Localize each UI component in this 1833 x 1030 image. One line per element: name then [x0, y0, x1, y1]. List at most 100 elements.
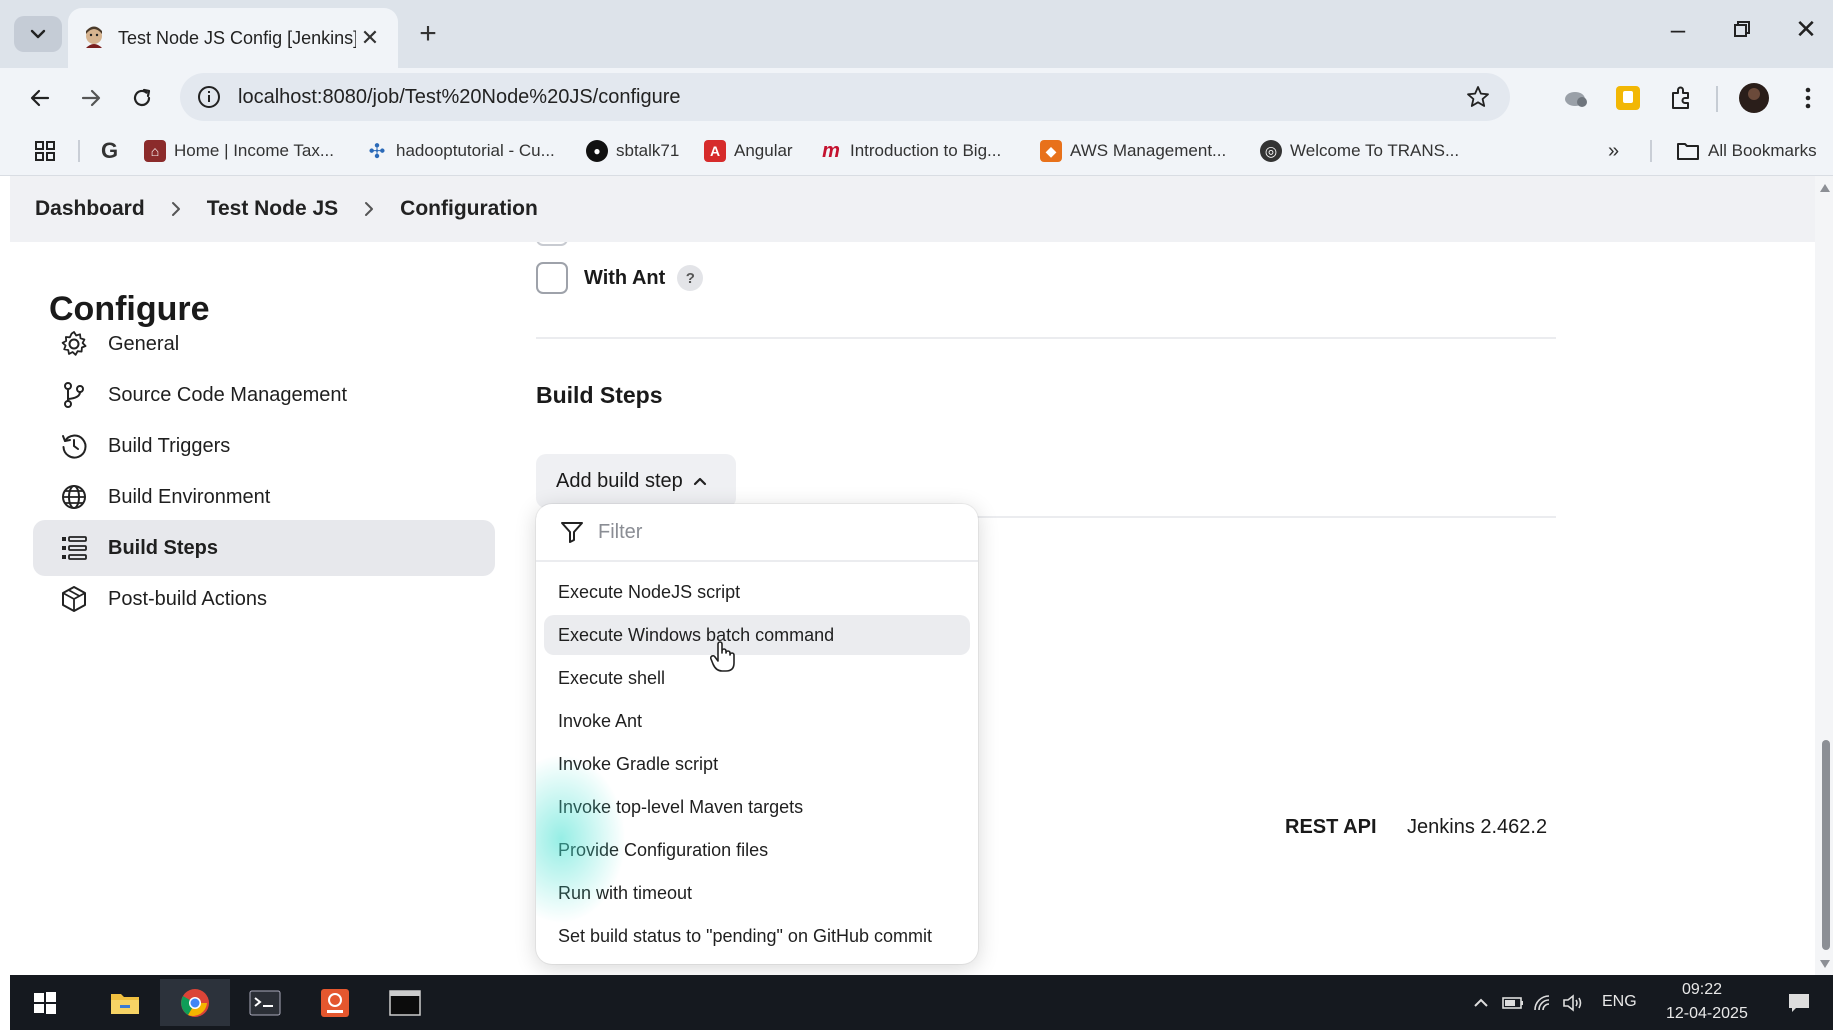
- scrollbar-thumb[interactable]: [1822, 740, 1830, 950]
- chevron-up-icon[interactable]: [1470, 992, 1492, 1014]
- dropdown-item-execute-shell[interactable]: Execute shell: [544, 658, 970, 698]
- sidebar-item-build-steps[interactable]: Build Steps: [33, 520, 495, 576]
- bookmark-aws-management[interactable]: ◆ AWS Management...: [1040, 138, 1226, 164]
- forward-button[interactable]: [71, 78, 111, 118]
- clock-date[interactable]: 12-04-2025: [1666, 1005, 1748, 1023]
- sidebar-item-label: Build Steps: [108, 536, 219, 559]
- globe-icon: [58, 481, 90, 513]
- app-taskbar-button[interactable]: [300, 979, 370, 1026]
- apps-grid-icon[interactable]: [34, 138, 56, 164]
- dropdown-item-execute-windows-batch-command[interactable]: Execute Windows batch command: [544, 615, 970, 655]
- sidebar-item-build-triggers[interactable]: Build Triggers: [33, 418, 495, 474]
- url-text[interactable]: localhost:8080/job/Test%20Node%20JS/conf…: [238, 86, 1458, 109]
- scroll-down-arrow-icon[interactable]: [1820, 960, 1830, 968]
- sidebar-item-source-code-management[interactable]: Source Code Management: [33, 367, 495, 423]
- clock-time[interactable]: 09:22: [1682, 981, 1722, 999]
- app-orange-icon: [321, 988, 349, 1017]
- dropdown-item-invoke-gradle-script[interactable]: Invoke Gradle script: [544, 744, 970, 784]
- dropdown-item-execute-nodejs-script[interactable]: Execute NodeJS script: [544, 572, 970, 612]
- bookmark-star-icon[interactable]: [1458, 85, 1498, 109]
- battery-icon[interactable]: [1502, 992, 1524, 1014]
- m-logo-icon: m: [822, 139, 840, 162]
- reload-button[interactable]: [122, 78, 162, 118]
- sidebar-item-label: Build Triggers: [108, 434, 231, 457]
- jenkins-version-link[interactable]: Jenkins 2.462.2: [1407, 816, 1547, 839]
- scroll-up-arrow-icon[interactable]: [1820, 184, 1830, 192]
- notification-icon[interactable]: [1788, 992, 1810, 1014]
- forward-arrow-icon: [81, 89, 101, 107]
- list-icon: [58, 532, 90, 564]
- checkbox-partial[interactable]: [536, 242, 568, 246]
- dropdown-item-set-build-status-pending[interactable]: Set build status to "pending" on GitHub …: [544, 916, 970, 956]
- terminal-taskbar-button[interactable]: [230, 979, 300, 1026]
- sidebar-item-general[interactable]: General: [33, 316, 495, 372]
- restore-button[interactable]: [1722, 14, 1762, 45]
- wifi-icon[interactable]: [1532, 992, 1554, 1014]
- new-tab-button[interactable]: +: [412, 18, 444, 50]
- reload-icon: [133, 88, 151, 107]
- breadcrumb: Dashboard Test Node JS Configuration: [10, 176, 1815, 242]
- with-ant-checkbox[interactable]: [536, 262, 568, 294]
- google-bookmark[interactable]: G: [101, 138, 118, 164]
- chrome-icon: [181, 988, 209, 1017]
- extension-cloud-icon[interactable]: [1558, 80, 1594, 116]
- sidebar-item-label: Source Code Management: [108, 383, 348, 406]
- all-bookmarks-button[interactable]: All Bookmarks: [1676, 138, 1817, 164]
- tab-search-button[interactable]: [14, 16, 62, 52]
- close-window-button[interactable]: ✕: [1786, 14, 1826, 45]
- dropdown-item-invoke-ant[interactable]: Invoke Ant: [544, 701, 970, 741]
- bookmark-introduction-to-big[interactable]: m Introduction to Big...: [820, 138, 1001, 164]
- google-g-icon: G: [101, 138, 119, 163]
- terminal-icon: [249, 990, 281, 1015]
- start-button[interactable]: [10, 979, 80, 1026]
- rest-api-link[interactable]: REST API: [1285, 816, 1377, 839]
- dropdown-item-run-with-timeout[interactable]: Run with timeout: [544, 873, 970, 913]
- github-icon: ●: [586, 140, 608, 162]
- bookmark-income-tax[interactable]: ⌂ Home | Income Tax...: [144, 138, 334, 164]
- browser-menu-icon[interactable]: [1790, 80, 1826, 116]
- bookmark-hadooptutorial[interactable]: ✣ hadooptutorial - Cu...: [366, 138, 555, 164]
- minimize-button[interactable]: –: [1658, 14, 1698, 45]
- sidebar-item-label: Build Environment: [108, 485, 271, 508]
- bookmark-angular[interactable]: A Angular: [704, 138, 793, 164]
- extensions-puzzle-icon[interactable]: [1663, 80, 1699, 116]
- aws-cube-icon: ◆: [1040, 140, 1062, 162]
- chevron-up-icon: [693, 476, 707, 486]
- add-build-step-button[interactable]: Add build step: [536, 454, 736, 508]
- site-info-icon[interactable]: [194, 82, 224, 112]
- window-taskbar-button[interactable]: [370, 979, 440, 1026]
- sidebar-item-post-build-actions[interactable]: Post-build Actions: [33, 571, 495, 627]
- chrome-taskbar-button[interactable]: [160, 979, 230, 1026]
- filter-input[interactable]: [598, 520, 928, 544]
- more-bookmarks-chevron-icon[interactable]: »: [1608, 138, 1619, 164]
- profile-avatar[interactable]: [1736, 80, 1772, 116]
- add-build-step-label: Add build step: [556, 469, 683, 492]
- tab-close-icon[interactable]: ✕: [356, 25, 384, 51]
- extension-yellow-icon[interactable]: [1610, 80, 1646, 116]
- breadcrumb-job[interactable]: Test Node JS: [207, 197, 338, 221]
- with-ant-label: With Ant: [584, 266, 666, 289]
- breadcrumb-dashboard[interactable]: Dashboard: [35, 197, 145, 221]
- sidebar-item-build-environment[interactable]: Build Environment: [33, 469, 495, 525]
- dropdown-item-provide-configuration-files[interactable]: Provide Configuration files: [544, 830, 970, 870]
- language-indicator[interactable]: ENG: [1602, 993, 1637, 1011]
- volume-icon[interactable]: [1562, 992, 1584, 1014]
- help-icon[interactable]: ?: [677, 265, 704, 291]
- toolbar-divider: [1716, 86, 1718, 112]
- bookmarks-bar: G ⌂ Home | Income Tax... ✣ hadooptutoria…: [0, 126, 1833, 176]
- address-bar[interactable]: localhost:8080/job/Test%20Node%20JS/conf…: [180, 73, 1510, 121]
- folder-icon: [111, 993, 139, 1014]
- bookmark-welcome-to-trans[interactable]: ◎ Welcome To TRANS...: [1260, 138, 1459, 164]
- dropdown-item-invoke-maven-targets[interactable]: Invoke top-level Maven targets: [544, 787, 970, 827]
- back-button[interactable]: [20, 78, 60, 118]
- bookmark-label: hadooptutorial - Cu...: [396, 141, 555, 160]
- bookmarks-divider: [78, 140, 80, 162]
- dropdown-list: Execute NodeJS script Execute Windows ba…: [536, 562, 978, 956]
- file-explorer-taskbar-button[interactable]: [90, 979, 160, 1026]
- bookmark-label: Introduction to Big...: [850, 141, 1002, 160]
- browser-tab-active[interactable]: Test Node JS Config [Jenkins] ✕: [68, 8, 398, 68]
- gear-icon: [58, 328, 90, 360]
- bookmark-label: AWS Management...: [1070, 141, 1227, 160]
- breadcrumb-configuration[interactable]: Configuration: [400, 197, 538, 221]
- bookmark-github-sbtalk71[interactable]: ● sbtalk71: [586, 138, 679, 164]
